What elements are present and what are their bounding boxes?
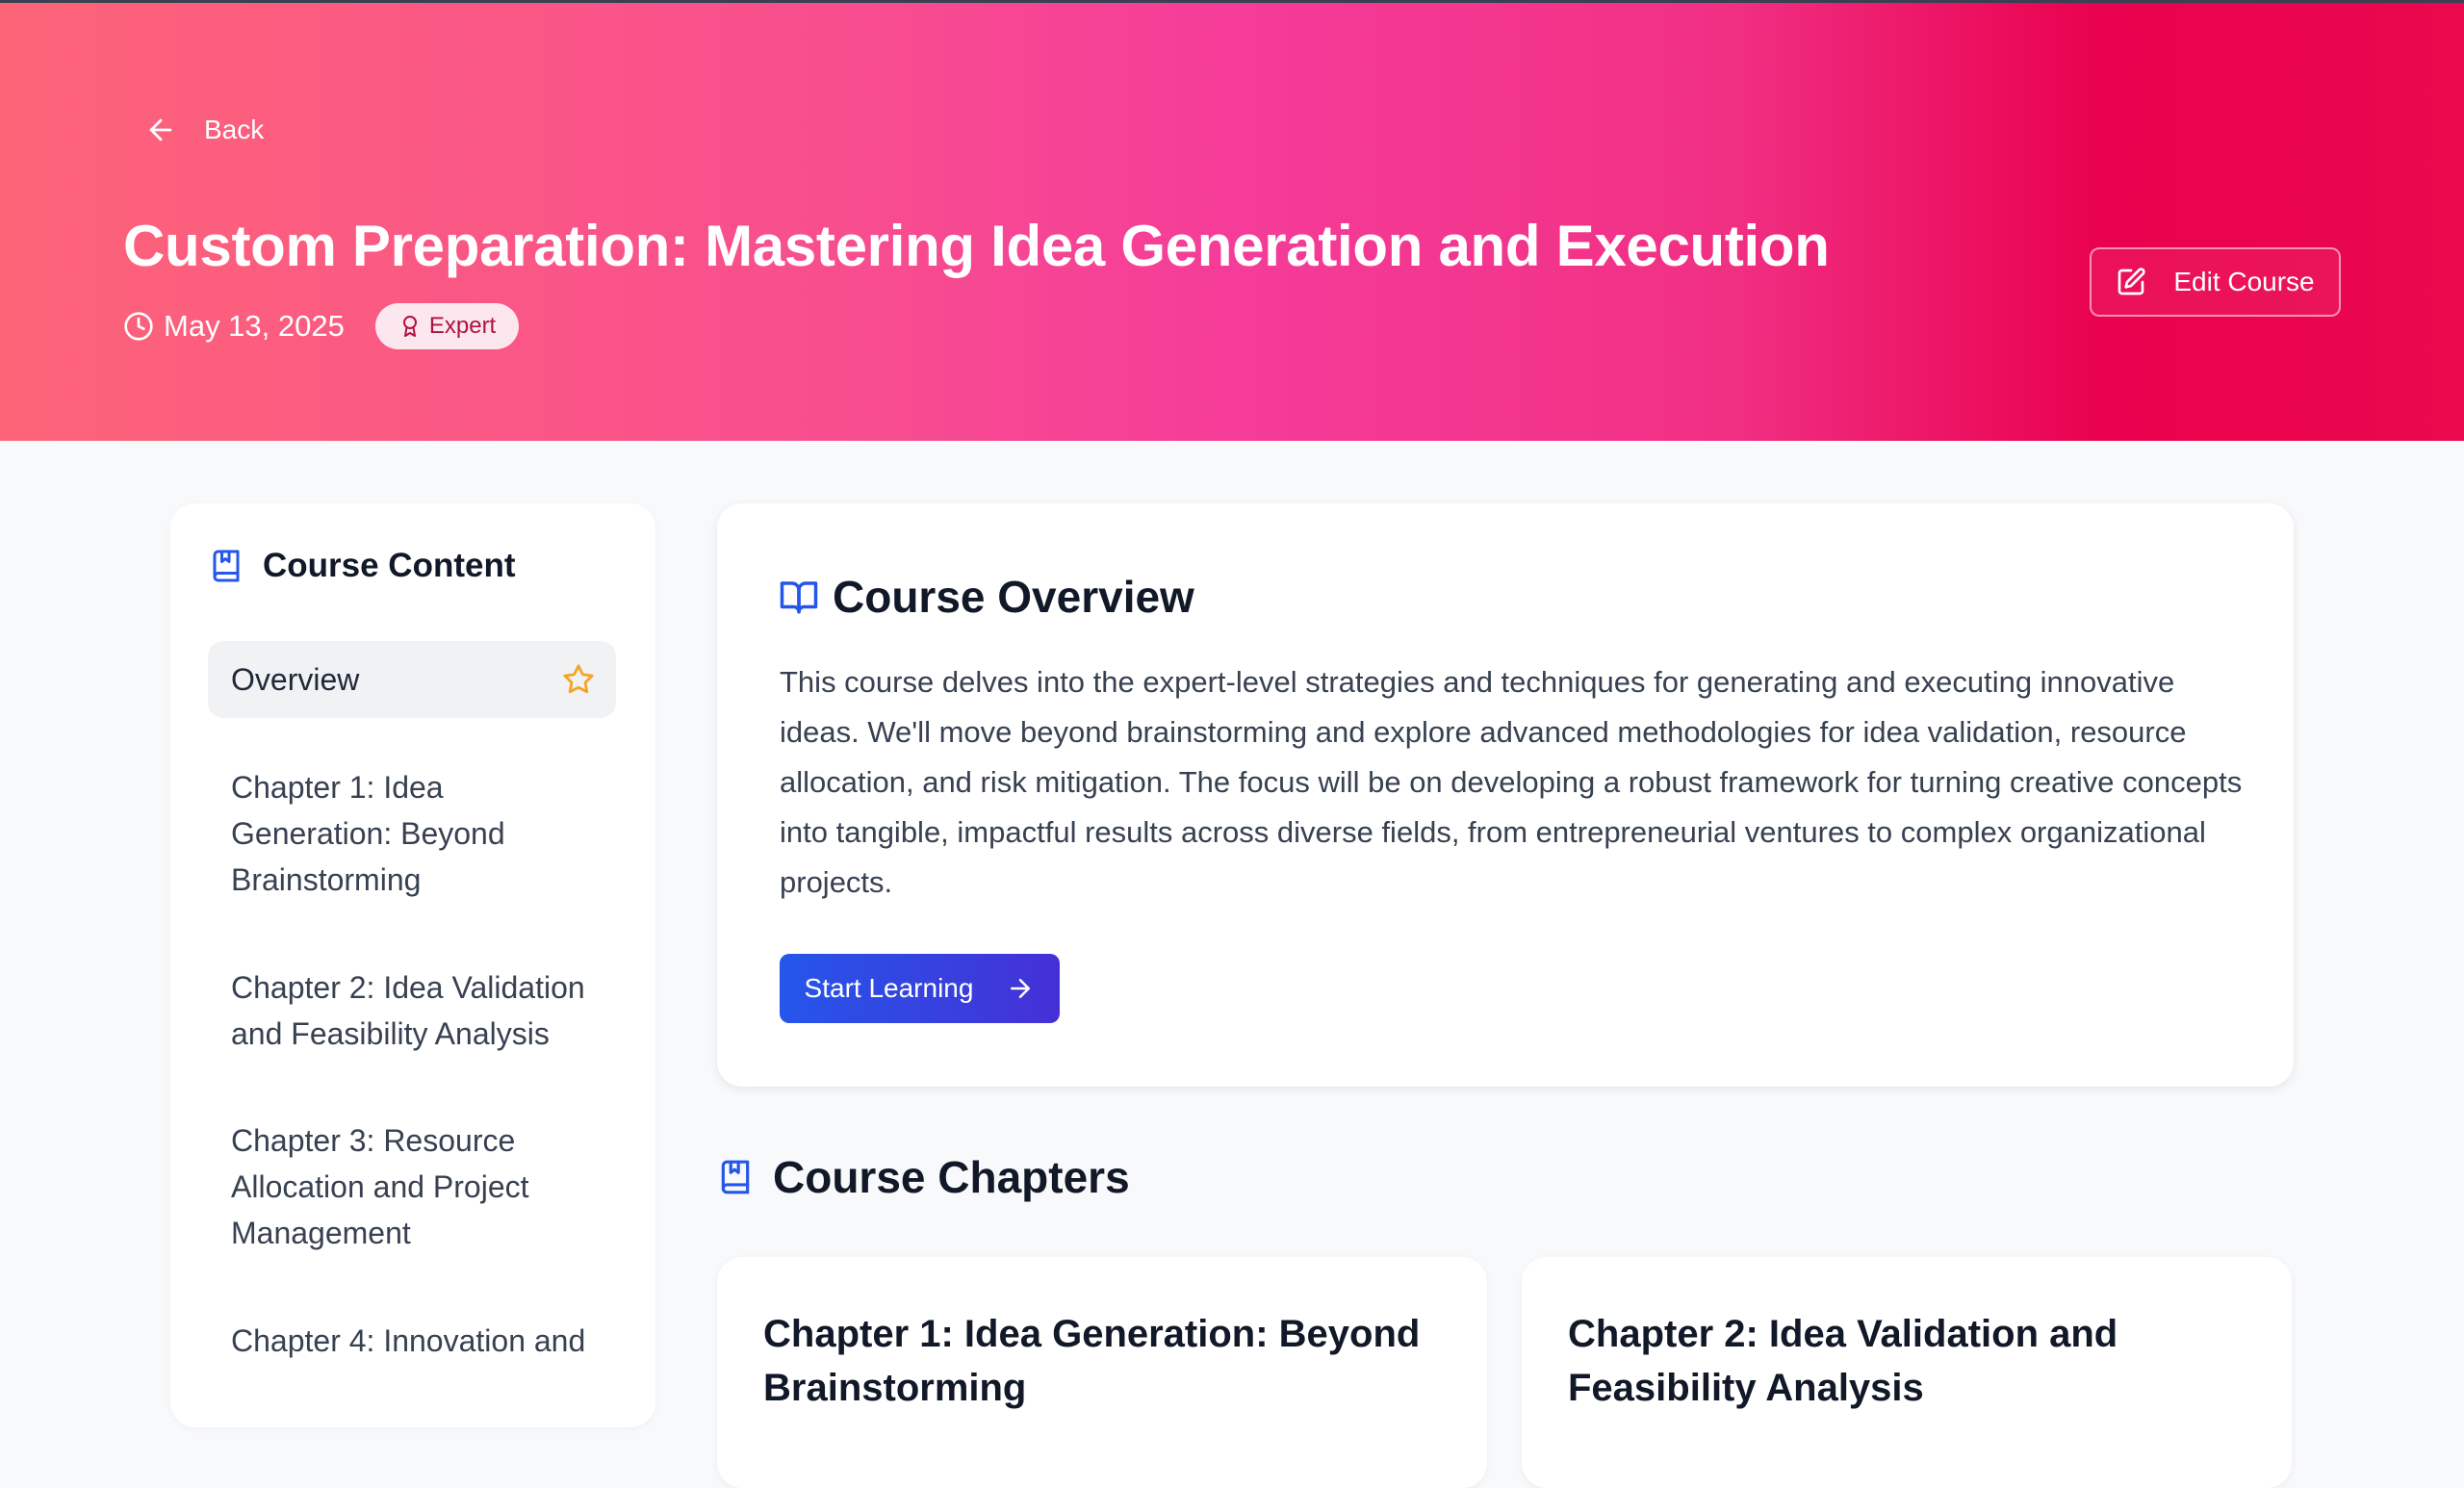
book-open-icon [780,581,818,614]
book-icon [213,550,240,582]
chapters-header: Course Chapters [717,1151,1130,1203]
chapter-card-title: Chapter 2: Idea Validation and Feasibili… [1568,1313,2118,1409]
level-badge: Expert [374,303,520,349]
sidebar-item-chapter-3[interactable]: Chapter 3: Resource Allocation and Proje… [231,1117,606,1256]
arrow-left-icon [149,118,172,141]
course-meta: May 13, 2025 Expert [123,303,520,349]
course-title: Custom Preparation: Mastering Idea Gener… [123,214,1830,278]
chapter-card-1[interactable]: Chapter 1: Idea Generation: Beyond Brain… [717,1257,1487,1488]
chapter-card-title: Chapter 1: Idea Generation: Beyond Brain… [763,1313,1421,1409]
date-text: May 13, 2025 [164,309,345,343]
sidebar-item-label: Overview [231,661,360,697]
sidebar-item-chapter-1[interactable]: Chapter 1: Idea Generation: Beyond Brain… [231,764,606,903]
arrow-right-icon [1011,979,1031,998]
sidebar-item-overview[interactable]: Overview [208,641,616,718]
level-badge-label: Expert [428,313,497,339]
chapter-card-2[interactable]: Chapter 2: Idea Validation and Feasibili… [1522,1257,2292,1488]
edit-course-label: Edit Course [2173,267,2315,296]
overview-description: This course delves into the expert-level… [780,665,2243,899]
start-learning-button[interactable]: Start Learning [780,954,1060,1023]
course-date: May 13, 2025 [123,309,345,344]
start-learning-label: Start Learning [804,973,974,1003]
edit-icon [2118,268,2146,295]
sidebar-title: Course Content [263,547,516,584]
award-icon [402,316,417,337]
overview-title: Course Overview [833,572,1194,622]
edit-course-button[interactable]: Edit Course [2090,247,2341,317]
sidebar-item-chapter-4[interactable]: Chapter 4: Innovation and [231,1318,606,1364]
star-icon [563,664,594,694]
back-label: Back [204,115,265,144]
course-hero-banner: Back Custom Preparation: Mastering Idea … [0,3,2464,441]
back-button[interactable]: Back [144,111,264,149]
sidebar-header: Course Content [209,547,516,585]
clock-icon [124,312,153,341]
overview-header: Course Overview [779,571,1194,623]
course-overview-card: Course Overview This course delves into … [717,503,2294,1087]
book-icon [721,1160,750,1194]
chapters-title: Course Chapters [773,1152,1130,1202]
sidebar-item-chapter-2[interactable]: Chapter 2: Idea Validation and Feasibili… [231,964,606,1057]
course-content-sidebar: Course Content Overview Chapter 1: Idea … [170,503,655,1427]
